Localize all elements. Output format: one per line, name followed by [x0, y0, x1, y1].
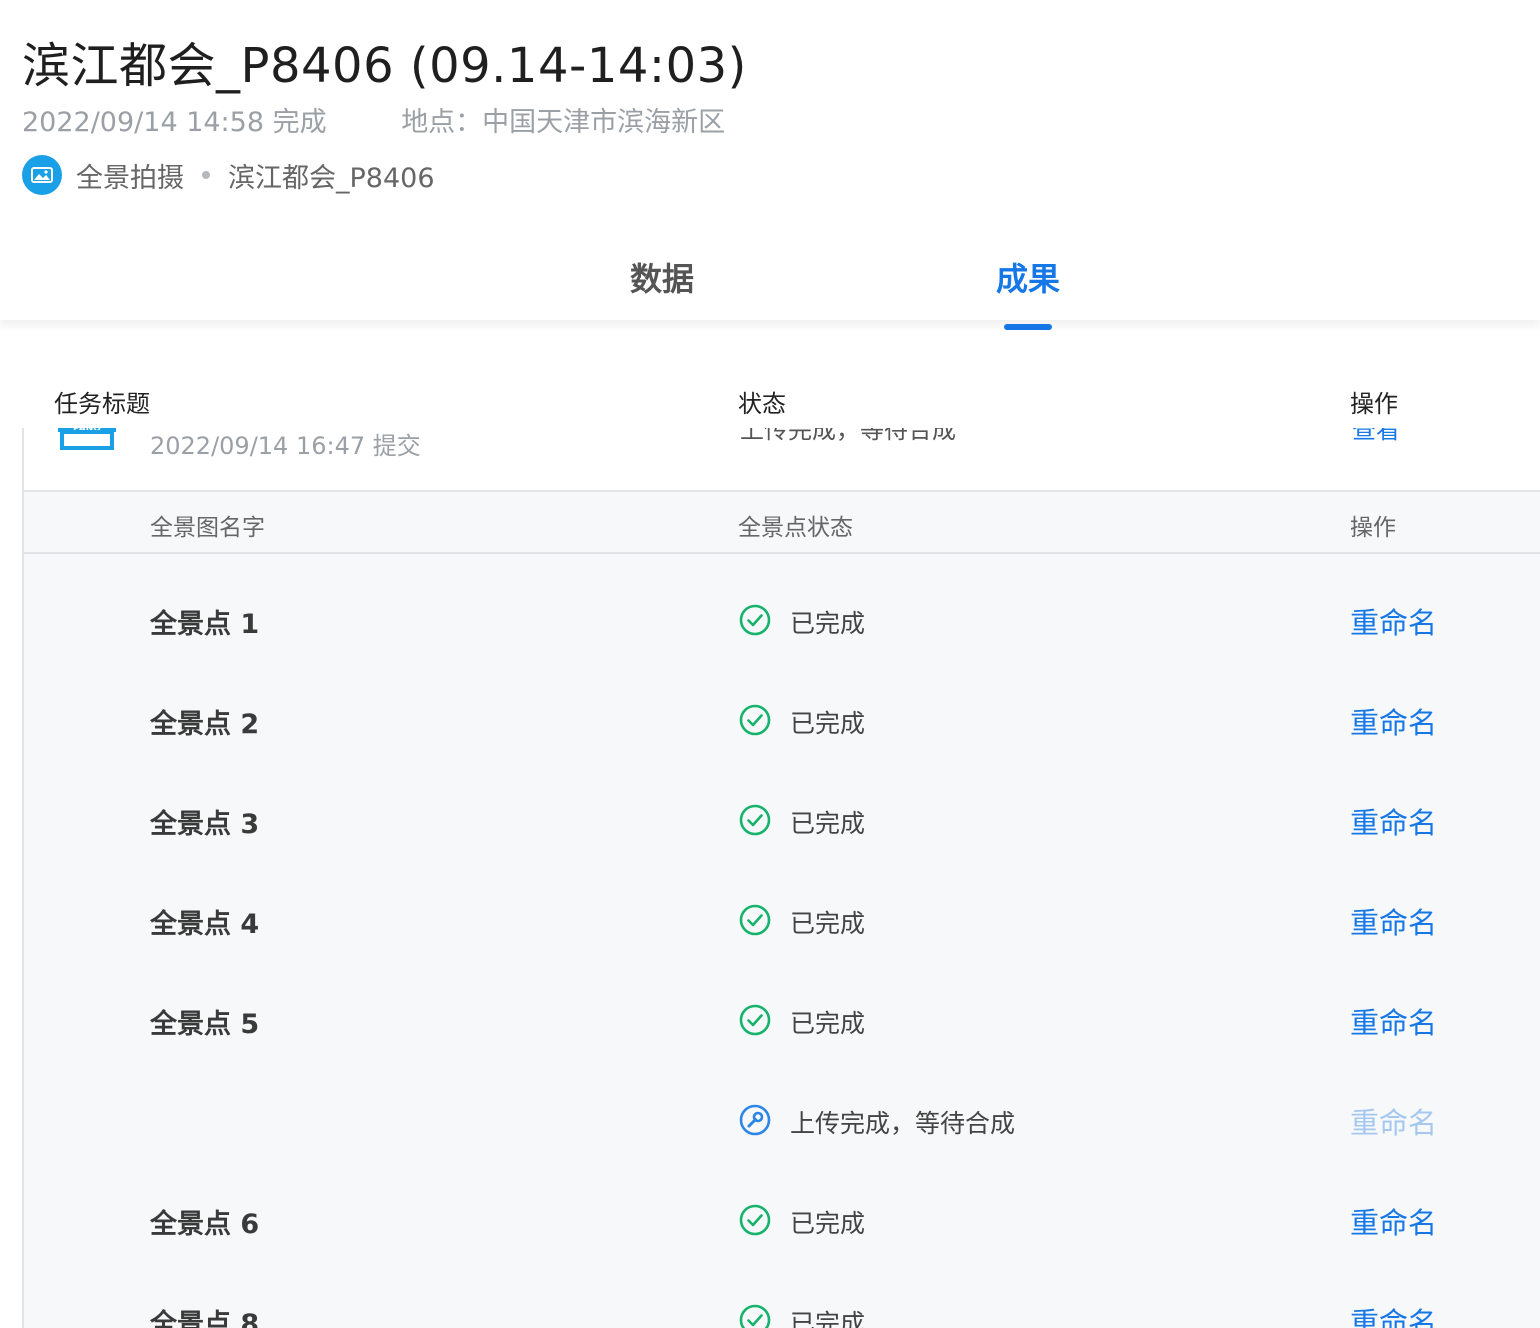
wrench-circle-icon: [738, 1103, 772, 1137]
table-row: 上传完成，等待合成 重命名: [24, 1070, 1540, 1170]
check-circle-icon: [738, 1003, 772, 1037]
table-row: 全景点 8 已完成 重命名: [24, 1270, 1540, 1328]
active-tab-indicator: [1004, 324, 1052, 330]
rename-button[interactable]: 重命名: [1350, 600, 1437, 642]
panorama-name: 全景点 4: [150, 909, 260, 940]
table-row: 全景点 6 已完成 重命名: [24, 1170, 1540, 1270]
tab-result-label: 成果: [996, 260, 1061, 298]
panorama-name: 全景点 5: [150, 1009, 260, 1040]
breadcrumb-app[interactable]: 全景拍摄: [76, 156, 184, 195]
check-circle-icon: [738, 603, 772, 637]
panorama-status: 已完成: [790, 1309, 866, 1328]
panorama-name: 全景点 2: [150, 709, 260, 740]
panorama-name: 全景点 6: [150, 1209, 260, 1240]
subcolumn-header-operation: 操作: [1350, 515, 1396, 541]
tab-data-label: 数据: [630, 260, 695, 298]
column-header-operation: 操作: [1350, 390, 1398, 418]
table-header: 任务标题 状态 操作: [0, 372, 1540, 428]
panorama-status: 已完成: [790, 1009, 866, 1038]
rename-button[interactable]: 重命名: [1350, 900, 1437, 942]
panorama-name: 全景点 1: [150, 609, 260, 640]
tab-result[interactable]: 成果: [996, 254, 1061, 330]
completed-time: 2022/09/14 14:58 完成: [22, 107, 327, 138]
check-circle-icon: [738, 1303, 772, 1328]
check-circle-icon: [738, 903, 772, 937]
table-row: 全景点 3 已完成 重命名: [24, 770, 1540, 870]
panorama-app-icon: [22, 155, 62, 195]
page-title: 滨江都会_P8406 (09.14-14:03): [22, 38, 747, 94]
rename-button[interactable]: 重命名: [1350, 1300, 1437, 1328]
check-circle-icon: [738, 1203, 772, 1237]
subcolumn-header-status: 全景点状态: [738, 515, 853, 541]
table-row: 全景点 4 已完成 重命名: [24, 870, 1540, 970]
rename-button[interactable]: 重命名: [1350, 800, 1437, 842]
rename-button: 重命名: [1350, 1106, 1438, 1140]
page: 滨江都会_P8406 (09.14-14:03) 2022/09/14 14:5…: [0, 0, 1540, 1328]
panorama-name: 全景点 8: [150, 1309, 260, 1328]
panorama-subtable: 全景图名字 全景点状态 操作 全景点 1 已完成 重命名 全景点 2 已完成 重命名 全景点…: [22, 492, 1540, 1328]
tab-data[interactable]: 数据: [630, 254, 694, 300]
panorama-status: 已完成: [790, 609, 866, 638]
meta-line: 2022/09/14 14:58 完成 地点：中国天津市滨海新区: [22, 100, 725, 139]
breadcrumb: 全景拍摄 滨江都会_P8406: [22, 155, 435, 195]
check-circle-icon: [738, 703, 772, 737]
task-submitted-time: 2022/09/14 16:47 提交: [150, 432, 421, 460]
subtable-header: 全景图名字 全景点状态 操作: [24, 492, 1540, 554]
rename-button[interactable]: 重命名: [1350, 700, 1437, 742]
subcolumn-header-name: 全景图名字: [150, 515, 265, 541]
table-row: 全景点 2 已完成 重命名: [24, 670, 1540, 770]
rename-button[interactable]: 重命名: [1350, 1000, 1437, 1042]
panorama-name: 全景点 3: [150, 809, 260, 840]
panorama-status: 已完成: [790, 909, 866, 938]
column-header-title: 任务标题: [54, 390, 150, 418]
table-row: 全景点 1 已完成 重命名: [24, 570, 1540, 670]
tab-bar: 数据 成果: [0, 232, 1540, 330]
panorama-status: 已完成: [790, 1209, 866, 1238]
check-circle-icon: [738, 803, 772, 837]
column-header-status: 状态: [738, 390, 786, 418]
table-row: 全景点 5 已完成 重命名: [24, 970, 1540, 1070]
location: 地点：中国天津市滨海新区: [401, 107, 726, 138]
rename-button[interactable]: 重命名: [1350, 1200, 1437, 1242]
panorama-status: 已完成: [790, 809, 866, 838]
panorama-status: 上传完成，等待合成: [790, 1109, 1016, 1138]
breadcrumb-project[interactable]: 滨江都会_P8406: [228, 156, 435, 195]
breadcrumb-separator: [202, 171, 210, 179]
panorama-status: 已完成: [790, 709, 866, 738]
